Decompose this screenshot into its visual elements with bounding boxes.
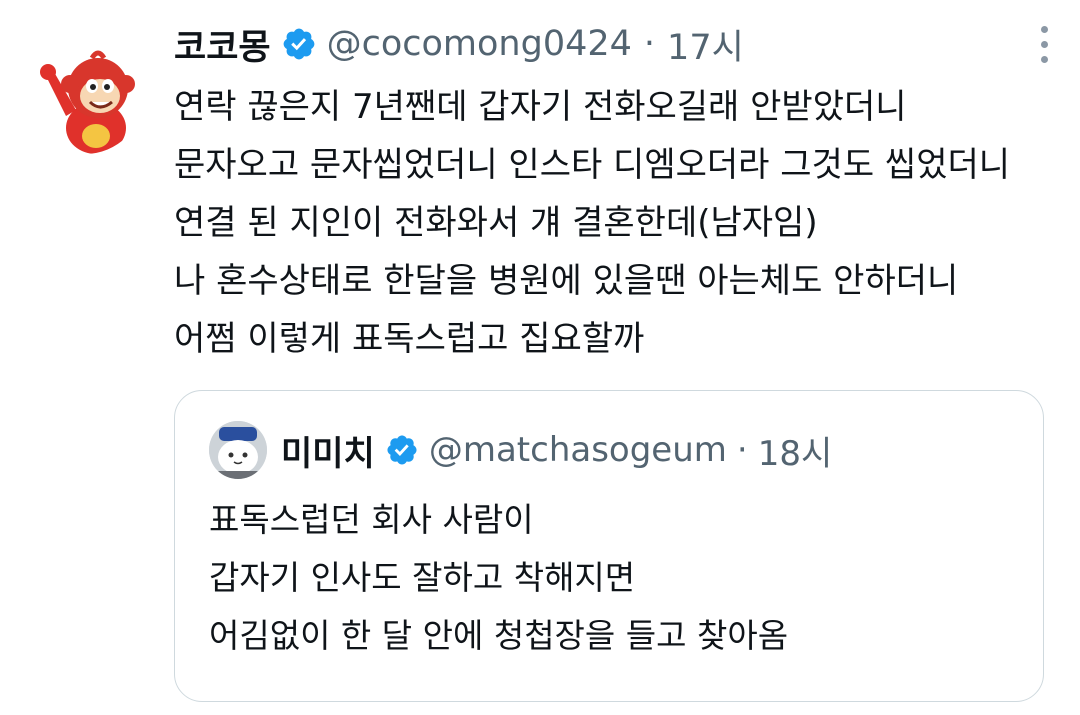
author-avatar[interactable] — [26, 36, 144, 154]
character-avatar — [209, 421, 267, 479]
tweet-timestamp[interactable]: 17시 — [667, 19, 744, 70]
quoted-tweet-text: 표독스럽던 회사 사람이 갑자기 인사도 잘하고 착해지면 어김없이 한 달 안… — [209, 491, 788, 665]
quoted-text-line: 어김없이 한 달 안에 청첩장을 들고 찾아옴 — [209, 616, 789, 655]
quoted-author-display-name[interactable]: 미미치 — [281, 426, 375, 475]
tweet[interactable]: 코코몽 @cocomong0424 · 17시 연락 끊은지 7년짼데 갑자기 … — [174, 16, 1054, 368]
quoted-text-line: 표독스럽던 회사 사람이 — [209, 500, 534, 539]
quoted-author-handle[interactable]: @matchasogeum — [429, 430, 727, 470]
author-handle[interactable]: @cocomong0424 — [327, 24, 632, 64]
tweet-text-line: 문자오고 문자씹었더니 인스타 디엠오더라 그것도 씹었더니 — [174, 145, 1011, 185]
quoted-text-line: 갑자기 인사도 잘하고 착해지면 — [209, 558, 636, 597]
separator-dot: · — [736, 430, 748, 470]
more-vertical-icon[interactable] — [1038, 26, 1050, 70]
quoted-author-avatar[interactable] — [209, 421, 267, 479]
quoted-tweet[interactable]: 미미치 @matchasogeum · 18시 표독스럽던 회사 사람이 갑자기… — [174, 390, 1044, 702]
tweet-text-line: 어쩜 이렇게 표독스럽고 집요할까 — [174, 319, 645, 359]
tweet-text: 연락 끊은지 7년짼데 갑자기 전화오길래 안받았더니 문자오고 문자씹었더니 … — [174, 78, 1054, 368]
separator-dot: · — [643, 24, 656, 64]
quoted-tweet-header: 미미치 @matchasogeum · 18시 — [209, 421, 832, 479]
author-display-name[interactable]: 코코몽 — [174, 19, 271, 70]
quoted-tweet-timestamp[interactable]: 18시 — [758, 426, 833, 475]
verified-badge-icon — [385, 433, 419, 467]
tweet-text-line: 연락 끊은지 7년짼데 갑자기 전화오길래 안받았더니 — [174, 87, 907, 127]
verified-badge-icon — [281, 26, 317, 62]
tweet-text-line: 나 혼수상태로 한달을 병원에 있을땐 아는체도 안하더니 — [174, 261, 959, 301]
cocomong-monkey-avatar — [40, 50, 135, 154]
tweet-header: 코코몽 @cocomong0424 · 17시 — [174, 16, 1054, 72]
tweet-text-line: 연결 된 지인이 전화와서 걔 결혼한데(남자임) — [174, 203, 818, 243]
